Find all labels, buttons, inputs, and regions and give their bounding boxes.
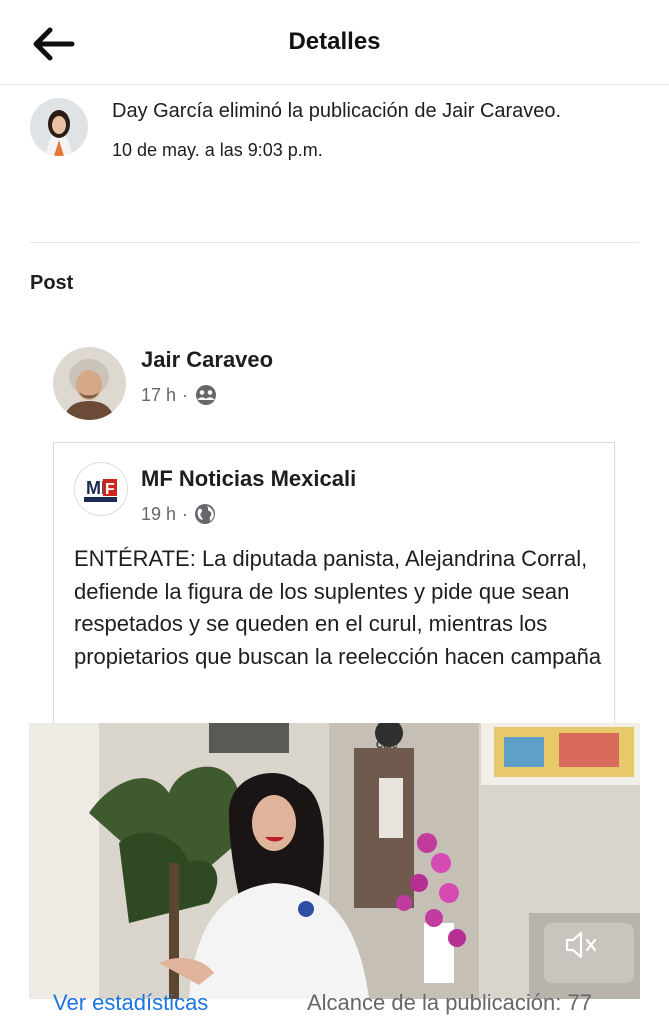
video-frame: Café bbox=[29, 723, 640, 999]
activity-timestamp: 10 de may. a las 9:03 p.m. bbox=[112, 140, 323, 160]
shared-page-name[interactable]: MF Noticias Mexicali bbox=[141, 466, 356, 492]
shared-post-meta: 19 h · bbox=[141, 503, 216, 525]
divider bbox=[30, 242, 639, 243]
shared-post-text: ENTÉRATE: La diputada panista, Alejandri… bbox=[74, 546, 602, 669]
post-meta: 17 h · bbox=[141, 384, 218, 406]
actor-avatar[interactable] bbox=[30, 98, 88, 156]
post-reach-count: Alcance de la publicación: 77 bbox=[307, 990, 592, 1015]
author-avatar[interactable] bbox=[53, 347, 126, 420]
video-player[interactable]: Café bbox=[29, 723, 640, 999]
page-logo[interactable]: MF F bbox=[74, 462, 128, 516]
svg-text:F: F bbox=[105, 481, 115, 498]
activity-description: Day García eliminó la publicación de Jai… bbox=[112, 100, 562, 122]
meta-separator: · bbox=[182, 503, 189, 524]
section-label-post: Post bbox=[30, 272, 74, 294]
shared-post-time: 19 h bbox=[141, 503, 177, 524]
post-author-name[interactable]: Jair Caraveo bbox=[141, 347, 273, 373]
volume-muted-icon[interactable] bbox=[561, 925, 601, 965]
view-insights-link[interactable]: Ver estadísticas bbox=[53, 990, 208, 1016]
page-title: Detalles bbox=[288, 28, 381, 55]
globe-icon bbox=[195, 504, 216, 524]
svg-text:Café: Café bbox=[376, 740, 398, 751]
post-time: 17 h bbox=[141, 384, 177, 405]
top-bar: Detalles bbox=[0, 0, 669, 85]
friends-icon bbox=[196, 385, 217, 405]
meta-separator: · bbox=[182, 384, 189, 405]
